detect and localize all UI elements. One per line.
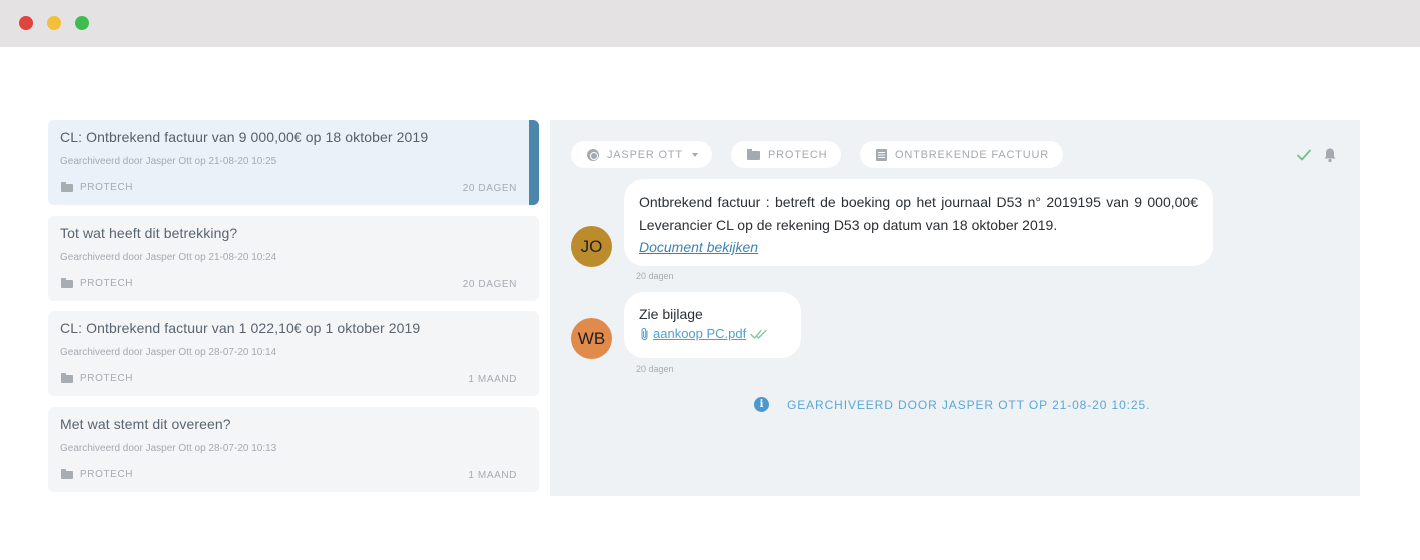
- conversation-item[interactable]: Tot wat heeft dit betrekking? Gearchivee…: [48, 216, 539, 301]
- message-bubble: Zie bijlage aankoop PC.pdf: [624, 292, 801, 358]
- folder-icon: [61, 181, 73, 192]
- conversation-folder: PROTECH: [61, 372, 134, 384]
- folder-label: PROTECH: [80, 469, 134, 480]
- conversation-folder: PROTECH: [61, 181, 134, 193]
- conversation-folder: PROTECH: [61, 277, 134, 289]
- check-icon[interactable]: [1297, 148, 1311, 162]
- conversation-title: CL: Ontbrekend factuur van 1 022,10€ op …: [60, 320, 421, 336]
- document-link[interactable]: Document bekijken: [639, 237, 1198, 257]
- conversation-title: Met wat stemt dit overeen?: [60, 416, 231, 432]
- document-icon: [876, 148, 887, 161]
- conversation-title: Tot wat heeft dit betrekking?: [60, 225, 238, 241]
- conversation-age: 20 DAGEN: [462, 279, 517, 290]
- user-chip-label: JASPER OTT: [607, 148, 683, 161]
- message-bubble: Ontbrekend factuur : betreft de boeking …: [624, 179, 1213, 266]
- conversation-subtitle: Gearchiveerd door Jasper Ott op 28-07-20…: [60, 347, 277, 358]
- folder-icon: [61, 468, 73, 479]
- message-text: Ontbrekend factuur : betreft de boeking …: [639, 194, 1198, 233]
- user-chip[interactable]: JASPER OTT: [571, 141, 712, 168]
- conversation-age: 1 MAAND: [468, 470, 517, 481]
- conversation-detail: JASPER OTT PROTECH ONTBREKENDE FACTUUR J…: [550, 120, 1360, 496]
- folder-label: PROTECH: [80, 278, 134, 289]
- chevron-down-icon: [691, 152, 698, 157]
- message-timestamp: 20 dagen: [636, 271, 674, 281]
- avatar: JO: [571, 226, 612, 267]
- window-titlebar: [0, 0, 1420, 47]
- conversation-title: CL: Ontbrekend factuur van 9 000,00€ op …: [60, 129, 429, 145]
- folder-chip-label: PROTECH: [768, 148, 828, 161]
- folder-icon: [61, 277, 73, 288]
- conversation-subtitle: Gearchiveerd door Jasper Ott op 21-08-20…: [60, 252, 277, 263]
- conversation-item[interactable]: CL: Ontbrekend factuur van 9 000,00€ op …: [48, 120, 539, 205]
- message-text: Zie bijlage: [639, 306, 703, 322]
- folder-chip[interactable]: PROTECH: [731, 141, 842, 168]
- double-check-icon: [750, 329, 767, 339]
- conversation-subtitle: Gearchiveerd door Jasper Ott op 21-08-20…: [60, 156, 277, 167]
- folder-icon: [61, 372, 73, 383]
- folder-label: PROTECH: [80, 373, 134, 384]
- conversation-age: 20 DAGEN: [462, 183, 517, 194]
- bell-icon[interactable]: [1323, 147, 1337, 163]
- attachment[interactable]: aankoop PC.pdf: [639, 326, 786, 341]
- category-chip[interactable]: ONTBREKENDE FACTUUR: [860, 141, 1063, 168]
- conversation-folder: PROTECH: [61, 468, 134, 480]
- conversation-item[interactable]: CL: Ontbrekend factuur van 1 022,10€ op …: [48, 311, 539, 396]
- conversation-age: 1 MAAND: [468, 374, 517, 385]
- attachment-filename[interactable]: aankoop PC.pdf: [653, 326, 746, 341]
- minimize-window-button[interactable]: [47, 16, 61, 30]
- conversation-item[interactable]: Met wat stemt dit overeen? Gearchiveerd …: [48, 407, 539, 492]
- system-note: i GEARCHIVEERD DOOR JASPER OTT OP 21-08-…: [754, 397, 1150, 412]
- globe-icon: [587, 148, 599, 161]
- system-note-text: GEARCHIVEERD DOOR JASPER OTT OP 21-08-20…: [787, 397, 1151, 412]
- info-icon: i: [754, 397, 769, 412]
- maximize-window-button[interactable]: [75, 16, 89, 30]
- close-window-button[interactable]: [19, 16, 33, 30]
- folder-icon: [747, 149, 760, 160]
- paperclip-icon: [641, 327, 648, 340]
- message-timestamp: 20 dagen: [636, 364, 674, 374]
- conversation-subtitle: Gearchiveerd door Jasper Ott op 28-07-20…: [60, 443, 277, 454]
- category-chip-label: ONTBREKENDE FACTUUR: [895, 148, 1049, 161]
- folder-label: PROTECH: [80, 182, 134, 193]
- avatar: WB: [571, 318, 612, 359]
